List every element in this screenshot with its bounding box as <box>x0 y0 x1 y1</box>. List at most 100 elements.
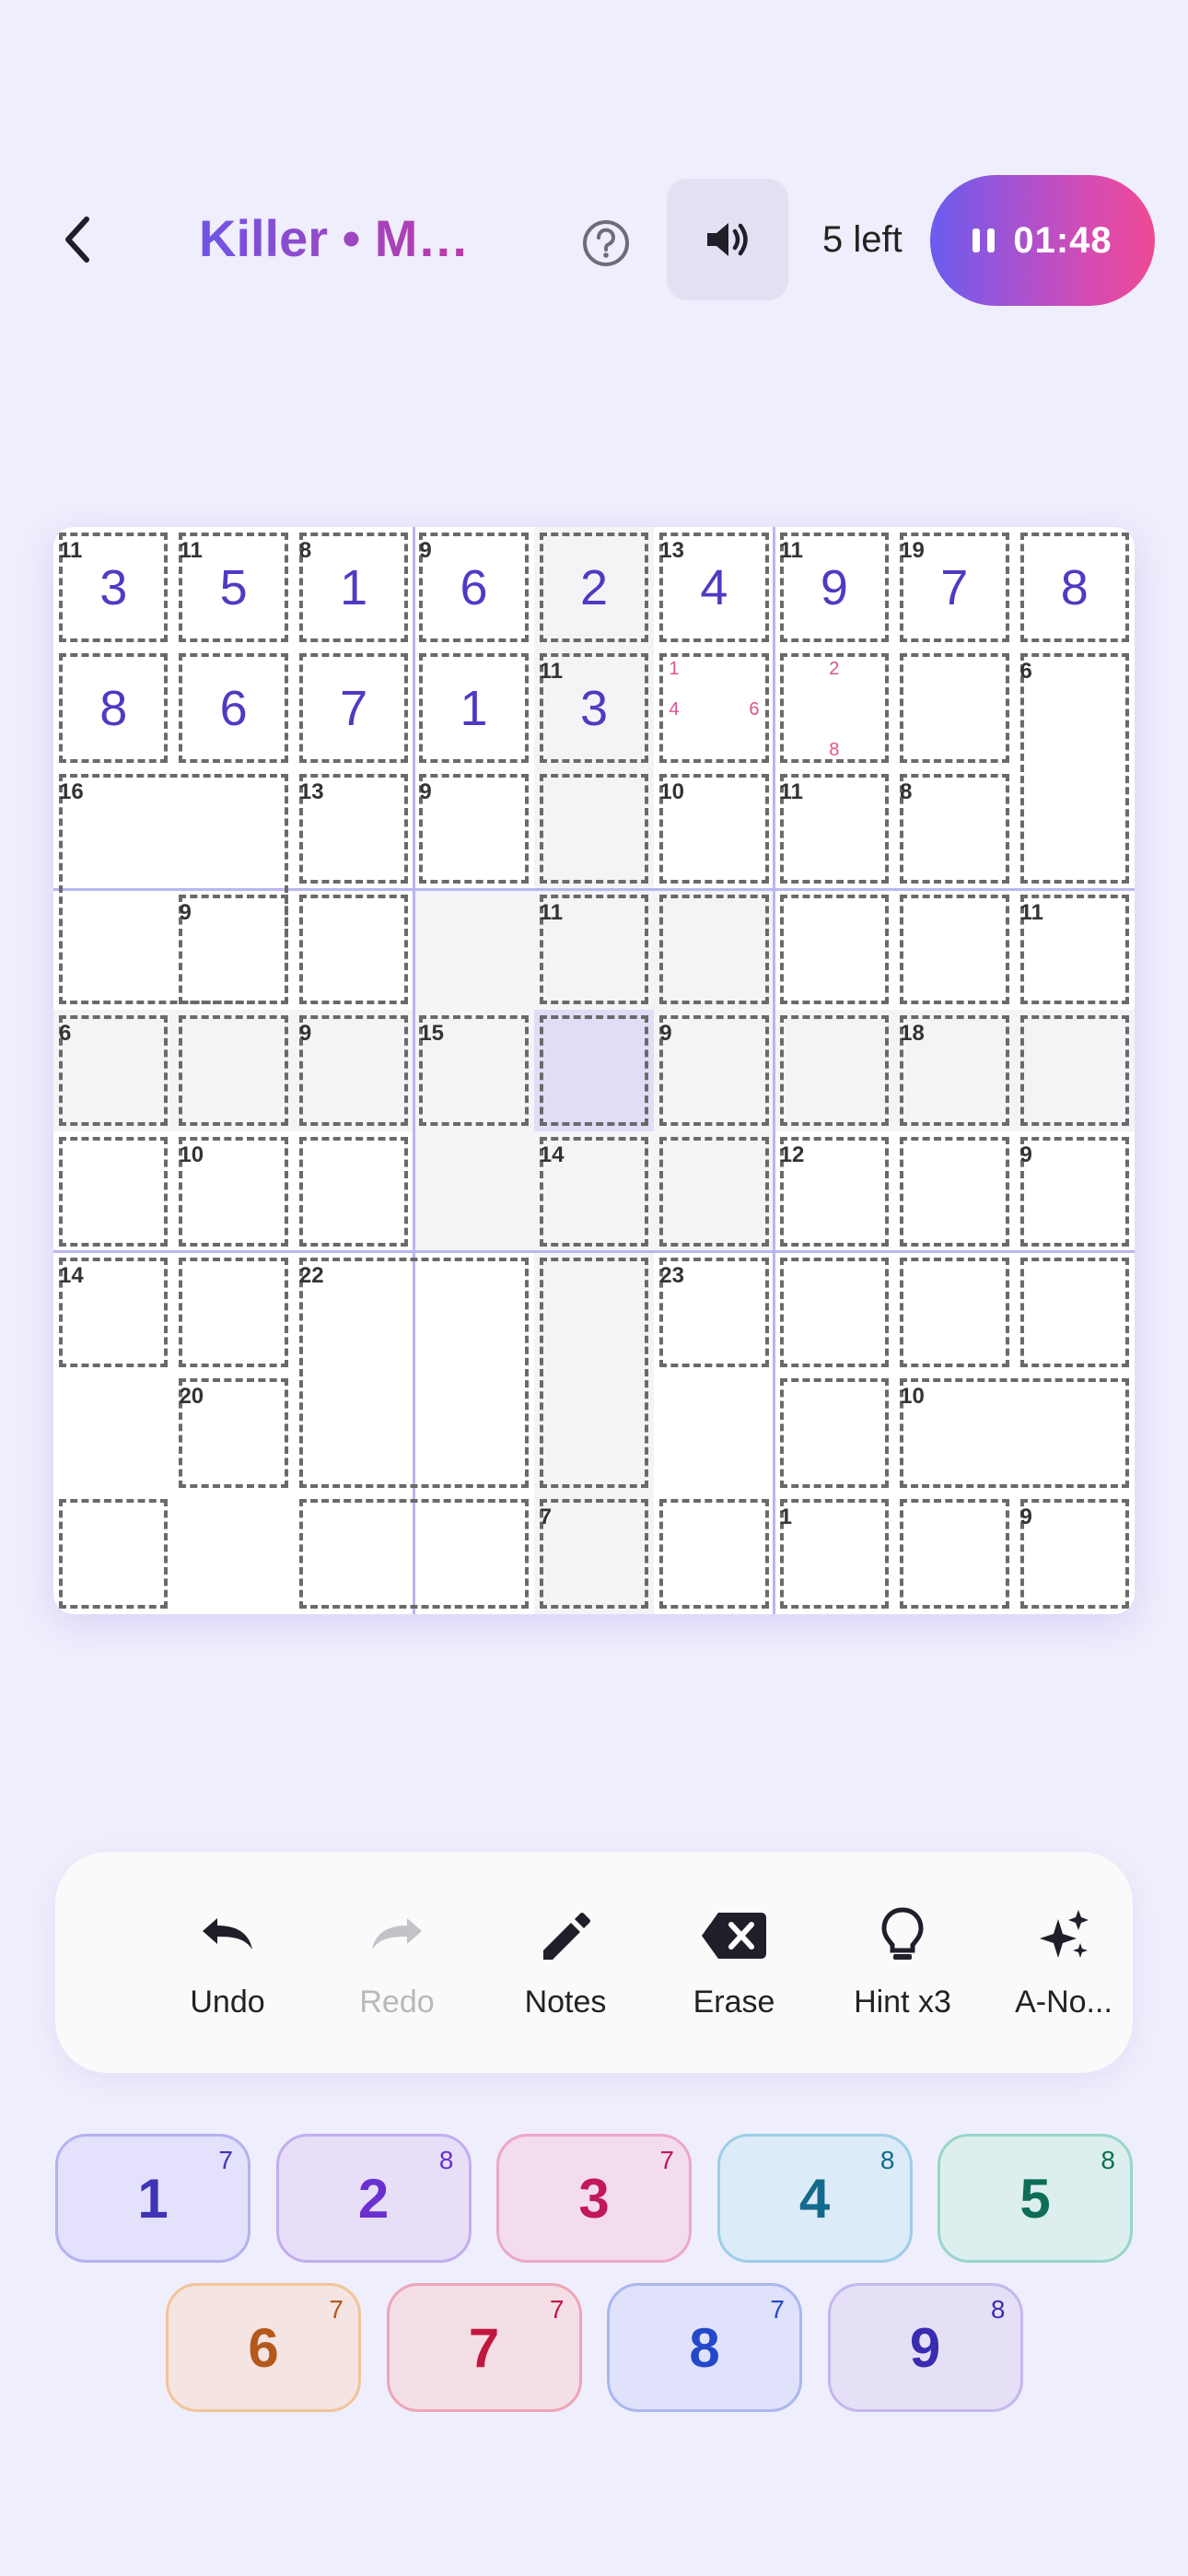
board-cell[interactable]: 8 <box>53 648 173 768</box>
cage-sum-label: 8 <box>298 538 312 563</box>
number-key-1[interactable]: 17 <box>55 2134 250 2263</box>
board-cell[interactable] <box>294 1373 413 1493</box>
board-cell[interactable] <box>1015 1493 1135 1614</box>
board-cell[interactable] <box>293 1010 414 1131</box>
number-key-7[interactable]: 77 <box>386 2283 582 2412</box>
volume-icon <box>707 223 748 256</box>
board-cell[interactable] <box>1015 1131 1135 1252</box>
erase-button[interactable]: Erase <box>656 1903 812 2020</box>
board-cell[interactable] <box>1014 1010 1135 1131</box>
cell-value <box>413 1131 533 1252</box>
cage-sum-label: 18 <box>900 1021 925 1047</box>
board-cell[interactable] <box>533 1010 655 1131</box>
board-cell[interactable] <box>533 1493 655 1614</box>
redo-icon <box>372 1918 422 1950</box>
board-cell[interactable] <box>53 1493 173 1614</box>
cell-value <box>654 1131 774 1252</box>
cell-value <box>894 889 1014 1010</box>
board-cell[interactable] <box>533 768 655 890</box>
sound-toggle-button[interactable] <box>667 179 788 300</box>
board-cell[interactable] <box>774 1010 895 1131</box>
cell-value <box>294 889 413 1010</box>
board-cell[interactable] <box>533 1251 655 1373</box>
cell-notes: 1 4 6 <box>654 648 774 768</box>
number-key-9[interactable]: 98 <box>827 2283 1023 2412</box>
board-cell[interactable]: 6 <box>173 648 293 768</box>
board-cell[interactable] <box>173 1252 293 1373</box>
board-cell[interactable] <box>413 889 534 1011</box>
board-cell[interactable] <box>1015 648 1135 768</box>
cell-value <box>534 768 654 889</box>
board-cell[interactable] <box>1015 1252 1135 1373</box>
board-cell[interactable] <box>294 1131 413 1252</box>
board-cell[interactable] <box>173 1493 293 1614</box>
board-cell[interactable] <box>775 1373 894 1493</box>
cage-sum-label: 9 <box>1019 1142 1032 1167</box>
cell-value <box>894 1252 1014 1373</box>
board-cell[interactable] <box>533 1372 655 1493</box>
board-cell[interactable] <box>894 1252 1014 1373</box>
board-cell[interactable] <box>53 889 173 1010</box>
undo-button[interactable]: Undo <box>149 1903 306 2020</box>
board-cell[interactable]: 1 <box>413 648 533 768</box>
board-cell[interactable] <box>894 1131 1014 1252</box>
cell-value <box>173 1010 293 1130</box>
board-cell[interactable]: 6 <box>413 527 533 648</box>
board-cell[interactable] <box>894 1493 1014 1614</box>
number-key-5[interactable]: 58 <box>938 2134 1133 2263</box>
board-cell[interactable] <box>775 889 894 1010</box>
number-key-remaining-count: 7 <box>218 2146 233 2174</box>
number-key-6[interactable]: 67 <box>166 2283 361 2412</box>
board-cell[interactable] <box>1015 768 1135 889</box>
cage-sum-label: 9 <box>298 1021 312 1047</box>
board-cell[interactable]: 7 <box>294 648 413 768</box>
cell-value <box>53 1493 173 1614</box>
help-button[interactable] <box>578 216 634 271</box>
board-cell[interactable] <box>894 768 1014 889</box>
board-cell[interactable]: 2 <box>533 527 655 649</box>
number-key-3[interactable]: 37 <box>496 2134 692 2263</box>
cage-sum-label: 13 <box>298 779 324 805</box>
redo-button[interactable]: Redo <box>319 1903 475 2020</box>
number-key-4[interactable]: 48 <box>716 2134 913 2263</box>
board-cell[interactable] <box>53 1131 173 1252</box>
back-button[interactable] <box>52 203 103 276</box>
board-cell[interactable] <box>413 1373 533 1493</box>
number-key-2[interactable]: 28 <box>275 2134 472 2263</box>
board-cell[interactable] <box>894 648 1014 768</box>
board-cell[interactable] <box>654 1373 774 1493</box>
board-cell[interactable] <box>53 1010 174 1131</box>
board-cell[interactable] <box>894 889 1014 1010</box>
cage-sum-label: 9 <box>659 1021 672 1047</box>
board-cell[interactable]: 1 <box>294 527 413 648</box>
board-cell[interactable] <box>654 1493 774 1614</box>
board-cell[interactable] <box>775 1493 894 1614</box>
note-digit: 8 <box>829 739 840 760</box>
number-key-8[interactable]: 87 <box>607 2283 802 2412</box>
auto-notes-button[interactable]: A-No... <box>985 1903 1142 2020</box>
notes-button[interactable]: Notes <box>487 1903 644 2020</box>
board-cell[interactable] <box>654 1130 775 1252</box>
board-cell[interactable] <box>654 1010 775 1131</box>
board-cell[interactable] <box>53 1373 173 1493</box>
help-icon <box>583 220 629 266</box>
board-cells: 3 5 1 6 2 4 9 7 8 8 6 7 1 3 1 4 6 2 8 11 11 8 9 13 11 19 11 6 16 13 9 1… <box>53 527 1135 1614</box>
board-cell[interactable] <box>413 1252 533 1373</box>
cage-sum-label: 14 <box>539 1142 565 1167</box>
board-cell[interactable] <box>413 1130 534 1252</box>
board-cell[interactable] <box>413 768 533 889</box>
board-cell[interactable] <box>654 889 775 1011</box>
board-cell[interactable] <box>173 1010 294 1131</box>
board-cell[interactable] <box>413 1493 533 1614</box>
board-cell[interactable]: 8 <box>1015 527 1135 648</box>
hint-button[interactable]: Hint x3 <box>824 1903 981 2020</box>
timer-pause-button[interactable]: 01:48 <box>930 175 1155 306</box>
board-cell[interactable] <box>173 889 293 1010</box>
board-cell[interactable] <box>775 1252 894 1373</box>
board-cell[interactable] <box>294 889 413 1010</box>
cage-sum-label: 11 <box>1019 900 1043 926</box>
board-cell[interactable] <box>1015 1373 1135 1493</box>
board-cell[interactable] <box>173 768 293 889</box>
board-cell[interactable] <box>294 1493 413 1614</box>
cell-value: 6 <box>460 559 488 615</box>
